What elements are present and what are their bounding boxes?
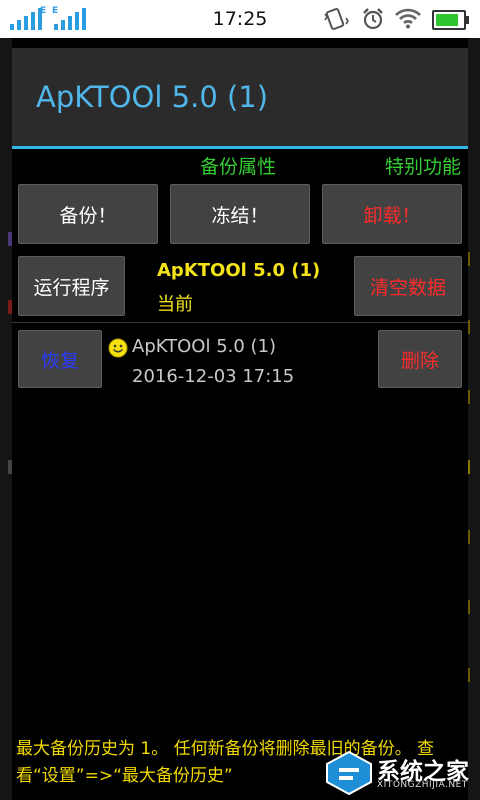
watermark-logo-icon xyxy=(326,750,372,796)
alarm-icon xyxy=(363,8,383,30)
backup-button[interactable]: 备份！ xyxy=(18,184,158,244)
dialog-header: ApKTOOl 5.0 (1) xyxy=(12,48,468,146)
dialog-title: ApKTOOl 5.0 (1) xyxy=(36,80,269,114)
app-status: 当前 xyxy=(157,294,193,315)
run-app-button[interactable]: 运行程序 xyxy=(18,256,125,316)
watermark: 系统之家 XITONGZHIJIA.NET xyxy=(325,748,480,800)
background-activity xyxy=(468,38,480,800)
divider xyxy=(12,322,468,323)
status-bar: E E 17:25 xyxy=(0,0,480,38)
backup-name: ApKTOOl 5.0 (1) xyxy=(132,336,277,357)
smiley-icon xyxy=(108,338,128,358)
backup-date: 2016-12-03 17:15 xyxy=(132,366,295,387)
tab-backup-properties[interactable]: 备份属性 xyxy=(200,152,276,179)
wifi-icon xyxy=(395,8,421,29)
vibrate-icon xyxy=(324,8,349,30)
battery-icon xyxy=(432,10,469,30)
delete-backup-button[interactable]: 删除 xyxy=(378,330,462,388)
clear-data-button[interactable]: 清空数据 xyxy=(354,256,462,316)
watermark-subtext: XITONGZHIJIA.NET xyxy=(377,780,468,790)
freeze-button[interactable]: 冻结！ xyxy=(170,184,310,244)
app-options-dialog: ApKTOOl 5.0 (1) 备份属性 特别功能 备份！ 冻结！ 卸载！ 运行… xyxy=(12,48,468,800)
uninstall-button[interactable]: 卸载！ xyxy=(322,184,462,244)
background-activity xyxy=(0,38,12,800)
app-name: ApKTOOl 5.0 (1) xyxy=(157,260,321,281)
title-divider xyxy=(12,146,468,149)
tab-special-functions[interactable]: 特别功能 xyxy=(385,152,461,179)
restore-button[interactable]: 恢复 xyxy=(18,330,102,388)
